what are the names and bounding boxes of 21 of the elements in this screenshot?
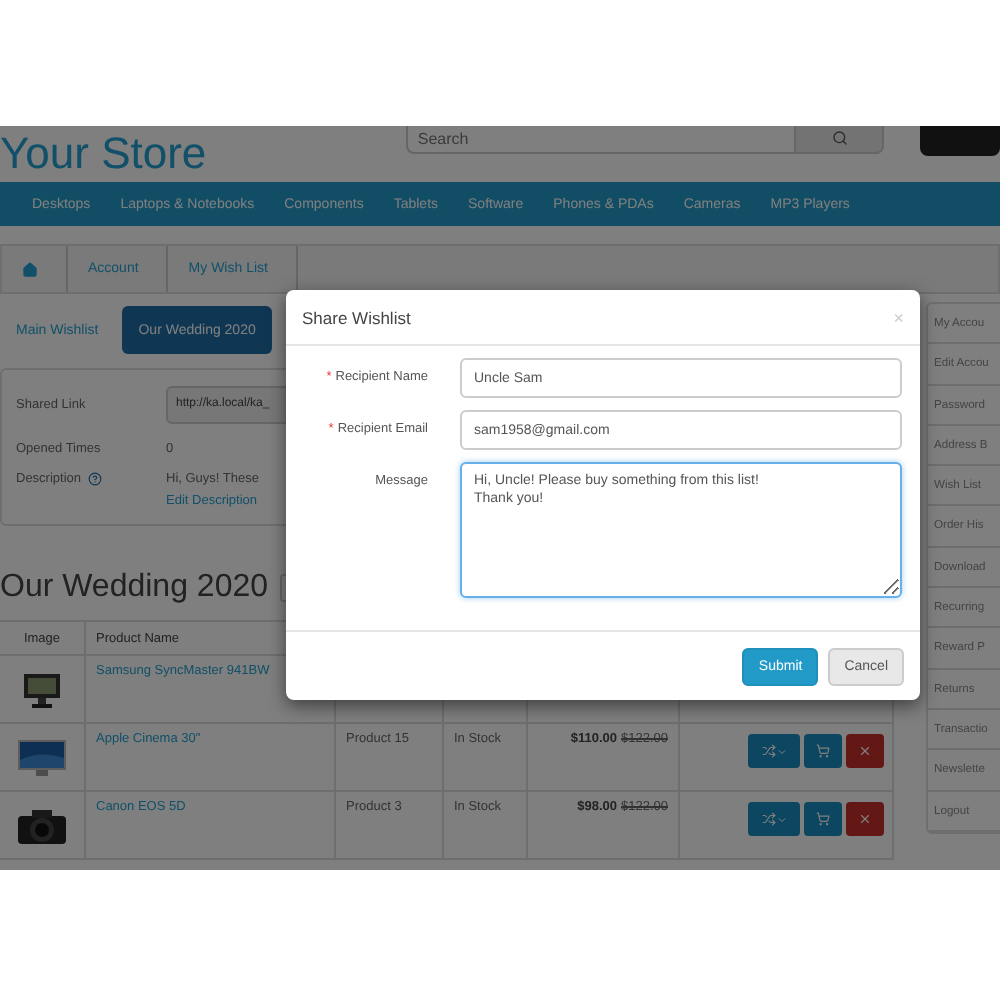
shuffle-icon bbox=[761, 812, 775, 826]
cart-icon bbox=[816, 812, 830, 826]
wishlist-title: Our Wedding 2020 bbox=[0, 570, 269, 606]
cart-icon bbox=[816, 744, 830, 758]
close-button[interactable]: × bbox=[893, 307, 904, 327]
store-logo[interactable]: Your Store bbox=[0, 126, 406, 182]
remove-button[interactable] bbox=[846, 802, 884, 836]
move-button[interactable] bbox=[748, 802, 800, 836]
add-to-cart-button[interactable] bbox=[804, 802, 842, 836]
caret-icon bbox=[775, 745, 787, 757]
shuffle-icon bbox=[761, 744, 775, 758]
close-icon bbox=[858, 744, 872, 758]
remove-button[interactable] bbox=[846, 734, 884, 768]
search-field[interactable]: Search bbox=[405, 126, 797, 154]
caret-icon bbox=[775, 813, 787, 825]
move-button[interactable] bbox=[748, 734, 800, 768]
search-icon bbox=[831, 130, 848, 146]
add-to-cart-button[interactable] bbox=[804, 734, 842, 768]
close-icon bbox=[858, 812, 872, 826]
dialog-title: Share Wishlist bbox=[302, 307, 411, 327]
help-icon bbox=[87, 472, 102, 487]
